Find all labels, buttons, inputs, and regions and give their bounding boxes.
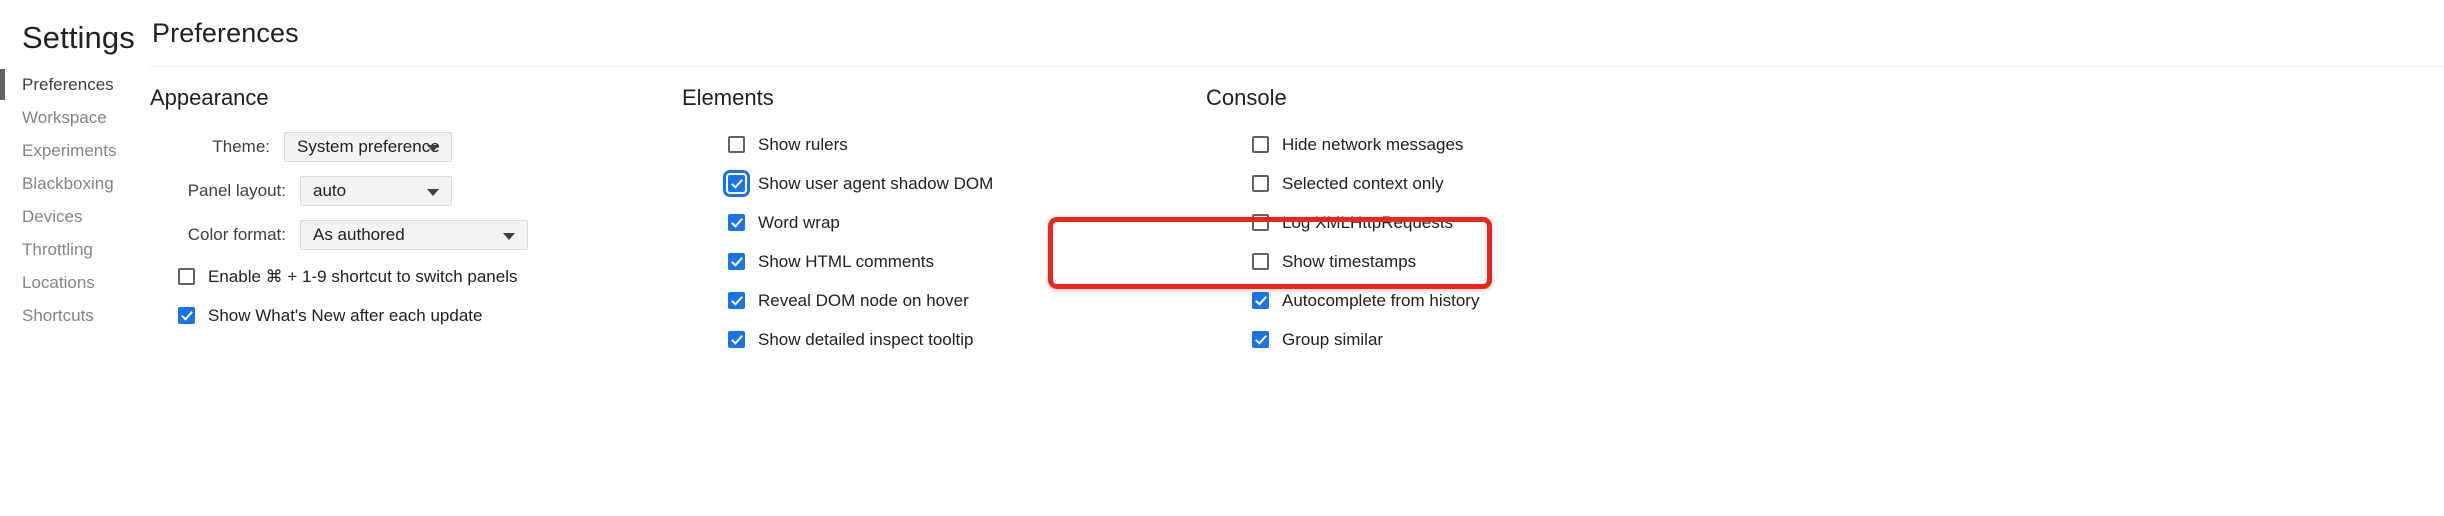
checkbox-icon[interactable] (728, 253, 745, 270)
theme-select[interactable]: System preference (284, 132, 452, 162)
checkbox-label: Hide network messages (1282, 134, 1464, 154)
settings-columns: Appearance Theme: System preference Pane… (148, 67, 2444, 359)
checkbox-icon[interactable] (723, 170, 750, 197)
chevron-down-icon (427, 145, 439, 152)
sidebar-item-list: Preferences Workspace Experiments Blackb… (0, 68, 148, 332)
checkbox-row-show-html-comments[interactable]: Show HTML comments (668, 242, 1180, 281)
checkbox-icon[interactable] (728, 136, 745, 153)
checkbox-icon[interactable] (1252, 253, 1269, 270)
checkbox-icon[interactable] (728, 214, 745, 231)
settings-sidebar: Settings Preferences Workspace Experimen… (0, 0, 148, 516)
sidebar-item-blackboxing[interactable]: Blackboxing (0, 167, 148, 200)
field-row-color-format: Color format: As authored (150, 213, 668, 257)
devtools-settings-screen: Settings Preferences Workspace Experimen… (0, 0, 2444, 516)
settings-main-pane: Preferences Appearance Theme: System pre… (148, 0, 2444, 516)
checkbox-icon[interactable] (1252, 331, 1269, 348)
sidebar-item-label: Locations (22, 273, 95, 292)
checkbox-row-show-detailed-inspect-tooltip[interactable]: Show detailed inspect tooltip (668, 320, 1180, 359)
checkbox-label: Show rulers (758, 134, 848, 154)
field-row-theme: Theme: System preference (150, 125, 668, 169)
sidebar-item-devices[interactable]: Devices (0, 200, 148, 233)
checkbox-icon[interactable] (178, 268, 195, 285)
color-format-select[interactable]: As authored (300, 220, 528, 250)
theme-select-value: System preference (297, 137, 440, 156)
page-title: Preferences (152, 17, 299, 48)
checkbox-label: Selected context only (1282, 173, 1444, 193)
checkbox-label: Show HTML comments (758, 251, 935, 271)
checkbox-label: Show detailed inspect tooltip (758, 329, 974, 349)
checkbox-icon[interactable] (1252, 214, 1269, 231)
checkbox-icon[interactable] (1252, 175, 1269, 192)
sidebar-item-label: Workspace (22, 108, 107, 127)
sidebar-item-label: Shortcuts (22, 306, 94, 325)
sidebar-item-label: Blackboxing (22, 174, 114, 193)
checkbox-icon[interactable] (728, 331, 745, 348)
checkbox-row-enable-shortcut[interactable]: Enable ⌘ + 1-9 shortcut to switch panels (150, 257, 668, 296)
checkbox-label: Show timestamps (1282, 251, 1417, 271)
field-row-panel-layout: Panel layout: auto (150, 169, 668, 213)
checkbox-label: Show What's New after each update (208, 305, 483, 325)
sidebar-item-label: Experiments (22, 141, 117, 160)
checkbox-label: Show user agent shadow DOM (758, 173, 994, 193)
panel-layout-select-value: auto (313, 181, 347, 200)
sidebar-item-label: Devices (22, 207, 83, 226)
color-format-select-value: As authored (313, 225, 405, 244)
sidebar-item-locations[interactable]: Locations (0, 266, 148, 299)
checkbox-icon[interactable] (1252, 292, 1269, 309)
chevron-down-icon (503, 233, 515, 240)
checkbox-label: Group similar (1282, 329, 1384, 349)
panel-layout-select[interactable]: auto (300, 176, 452, 206)
checkbox-icon[interactable] (1252, 136, 1269, 153)
panel-layout-label: Panel layout: (187, 181, 286, 200)
checkbox-label: Reveal DOM node on hover (758, 290, 969, 310)
sidebar-title: Settings (22, 20, 135, 55)
checkbox-row-show-timestamps[interactable]: Show timestamps (1180, 242, 1700, 281)
sidebar-item-workspace[interactable]: Workspace (0, 101, 148, 134)
settings-header: Preferences (148, 0, 2444, 66)
section-heading-appearance: Appearance (150, 85, 269, 110)
checkbox-label: Word wrap (758, 212, 840, 232)
checkbox-row-hide-network-messages[interactable]: Hide network messages (1180, 125, 1700, 164)
section-console: Console Hide network messages Selected c… (1180, 83, 1700, 359)
sidebar-item-throttling[interactable]: Throttling (0, 233, 148, 266)
checkbox-row-selected-context-only[interactable]: Selected context only (1180, 164, 1700, 203)
sidebar-item-label: Preferences (22, 75, 114, 94)
sidebar-item-label: Throttling (22, 240, 93, 259)
sidebar-item-shortcuts[interactable]: Shortcuts (0, 299, 148, 332)
checkbox-row-log-xmlhttprequests[interactable]: Log XMLHttpRequests (1180, 203, 1700, 242)
checkbox-row-autocomplete-from-history[interactable]: Autocomplete from history (1180, 281, 1700, 320)
checkbox-row-reveal-dom-node-on-hover[interactable]: Reveal DOM node on hover (668, 281, 1180, 320)
checkbox-row-group-similar[interactable]: Group similar (1180, 320, 1700, 359)
checkbox-row-word-wrap[interactable]: Word wrap (668, 203, 1180, 242)
checkbox-icon[interactable] (728, 292, 745, 309)
sidebar-item-preferences[interactable]: Preferences (0, 68, 148, 101)
checkbox-label: Log XMLHttpRequests (1282, 212, 1454, 232)
checkbox-icon[interactable] (178, 307, 195, 324)
checkbox-label: Autocomplete from history (1282, 290, 1480, 310)
checkbox-row-show-rulers[interactable]: Show rulers (668, 125, 1180, 164)
checkbox-row-show-user-agent-shadow-dom[interactable]: Show user agent shadow DOM (668, 164, 1180, 203)
sidebar-item-experiments[interactable]: Experiments (0, 134, 148, 167)
checkbox-label: Enable ⌘ + 1-9 shortcut to switch panels (208, 266, 518, 286)
section-appearance: Appearance Theme: System preference Pane… (148, 83, 668, 359)
color-format-label: Color format: (187, 225, 286, 244)
section-heading-elements: Elements (682, 85, 774, 110)
checkbox-row-show-whats-new[interactable]: Show What's New after each update (150, 296, 668, 335)
theme-label: Theme: (212, 137, 270, 156)
section-heading-console: Console (1206, 85, 1287, 110)
section-elements: Elements Show rulers Show user agent sha… (668, 83, 1180, 359)
chevron-down-icon (427, 189, 439, 196)
